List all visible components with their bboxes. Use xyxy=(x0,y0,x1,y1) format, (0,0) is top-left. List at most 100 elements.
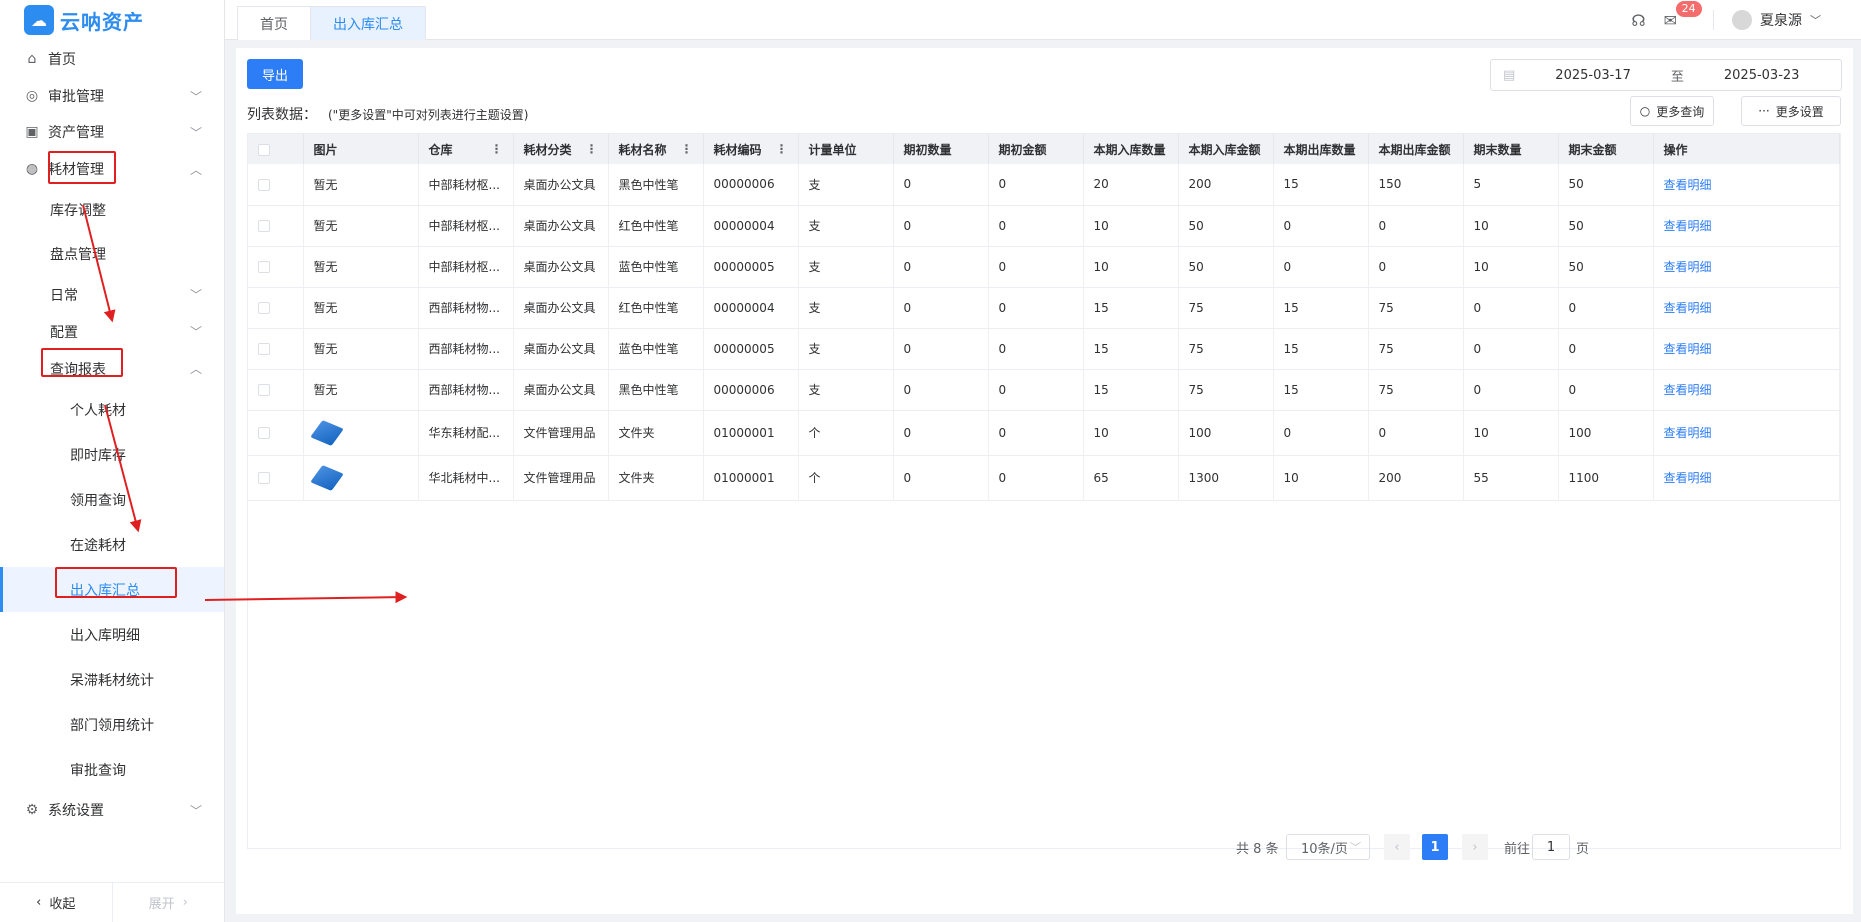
column-menu-icon[interactable]: ⋮ xyxy=(586,142,598,156)
more-query-label: 更多查询 xyxy=(1656,104,1705,119)
view-detail-link[interactable]: 查看明细 xyxy=(1653,455,1840,501)
tab-inout-summary[interactable]: 出入库汇总 xyxy=(310,6,426,40)
sidebar-item-home[interactable]: ⌂ 首页 xyxy=(0,40,224,78)
date-range-picker[interactable]: ▤ 2025-03-17 至 2025-03-23 xyxy=(1490,59,1842,91)
sidebar-item-label: 出入库明细 xyxy=(70,627,140,644)
view-detail-link[interactable]: 查看明细 xyxy=(1653,369,1840,411)
gear-icon: ⚙ xyxy=(25,802,39,818)
sidebar-item-inout-detail[interactable]: 出入库明细 xyxy=(0,612,224,657)
column-header-label: 耗材编码 xyxy=(713,142,762,157)
select-all-checkbox[interactable] xyxy=(258,143,270,156)
table-cell: 00000006 xyxy=(703,164,799,206)
sidebar-item-dept-stats[interactable]: 部门领用统计 xyxy=(0,702,224,747)
view-detail-link[interactable]: 查看明细 xyxy=(1653,287,1840,329)
table-row[interactable]: 华北耗材中... 文件管理用品 文件夹 01000001 个 0 0 65 13… xyxy=(248,455,1840,501)
view-detail-link[interactable]: 查看明细 xyxy=(1653,246,1840,288)
table-cell: 支 xyxy=(798,164,894,206)
table-row[interactable]: 暂无 西部耗材物... 桌面办公文具 红色中性笔 00000004 支 0 0 … xyxy=(248,287,1840,329)
sidebar-item-config[interactable]: 配置 ﹀ xyxy=(0,313,224,350)
sidebar-item-inventory-check[interactable]: 盘点管理 xyxy=(0,232,224,276)
total-count: 共 8 条 xyxy=(1236,842,1279,857)
row-checkbox[interactable] xyxy=(258,384,270,396)
expand-button[interactable]: 展开 › xyxy=(113,883,225,922)
row-checkbox[interactable] xyxy=(258,261,270,273)
table-cell: 黑色中性笔 xyxy=(608,164,704,206)
column-header-label: 仓库 xyxy=(428,142,453,157)
column-header-category[interactable]: 耗材分类 ⋮ xyxy=(513,134,609,164)
table-row[interactable]: 暂无 中部耗材枢... 桌面办公文具 蓝色中性笔 00000005 支 0 0 … xyxy=(248,246,1840,288)
date-end[interactable]: 2025-03-23 xyxy=(1724,68,1800,83)
collapse-button[interactable]: ‹ 收起 xyxy=(0,883,113,922)
export-button[interactable]: 导出 xyxy=(247,59,303,89)
table-cell: 0 xyxy=(893,287,989,329)
sidebar-item-requisition-query[interactable]: 领用查询 xyxy=(0,477,224,522)
column-menu-icon[interactable]: ⋮ xyxy=(491,142,503,156)
app-logo[interactable]: ☁ 云呐资产 xyxy=(0,0,224,40)
more-query-button[interactable]: ○ 更多查询 xyxy=(1630,96,1714,126)
sidebar-item-system-settings[interactable]: ⚙ 系统设置 ﹀ xyxy=(0,792,224,828)
view-detail-link[interactable]: 查看明细 xyxy=(1653,205,1840,247)
sidebar-item-daily[interactable]: 日常 ﹀ xyxy=(0,276,224,313)
annotation-box xyxy=(55,567,177,598)
column-header-name[interactable]: 耗材名称 ⋮ xyxy=(608,134,704,164)
column-header: 本期入库数量 xyxy=(1083,134,1179,164)
table-row[interactable]: 暂无 中部耗材枢... 桌面办公文具 黑色中性笔 00000006 支 0 0 … xyxy=(248,164,1840,206)
sidebar-item-in-transit[interactable]: 在途耗材 xyxy=(0,522,224,567)
table-row[interactable]: 华东耗材配... 文件管理用品 文件夹 01000001 个 0 0 10 10… xyxy=(248,410,1840,456)
sidebar-footer: ‹ 收起 展开 › xyxy=(0,882,224,922)
view-detail-link[interactable]: 查看明细 xyxy=(1653,164,1840,206)
column-header: 期初金额 xyxy=(988,134,1084,164)
cloud-logo-icon: ☁ xyxy=(24,5,54,35)
table-cell: 00000005 xyxy=(703,246,799,288)
page-number-current[interactable]: 1 xyxy=(1422,834,1448,860)
table-row[interactable]: 暂无 西部耗材物... 桌面办公文具 黑色中性笔 00000006 支 0 0 … xyxy=(248,369,1840,411)
table-cell: 10 xyxy=(1463,246,1559,288)
tab-home[interactable]: 首页 xyxy=(237,6,311,40)
table-cell: 西部耗材物... xyxy=(418,369,514,411)
user-menu[interactable]: 夏泉源 ﹀ xyxy=(1732,10,1821,30)
sidebar-item-approval[interactable]: ◎ 审批管理 ﹀ xyxy=(0,78,224,114)
column-menu-icon[interactable]: ⋮ xyxy=(776,142,788,156)
view-detail-link[interactable]: 查看明细 xyxy=(1653,410,1840,456)
sidebar-item-idle-stats[interactable]: 呆滞耗材统计 xyxy=(0,657,224,702)
prev-page-button[interactable]: ‹ xyxy=(1384,834,1410,860)
folder-thumbnail-icon[interactable] xyxy=(309,464,344,491)
page-size-select[interactable]: 10条/页 ﹀ xyxy=(1286,834,1370,860)
column-header-warehouse[interactable]: 仓库 ⋮ xyxy=(418,134,514,164)
row-checkbox[interactable] xyxy=(258,178,270,191)
table-cell: 10 xyxy=(1083,246,1179,288)
sidebar-item-stock-adjust[interactable]: 库存调整 xyxy=(0,188,224,232)
table-cell: 0 xyxy=(1273,246,1369,288)
goto-page-input[interactable]: 1 xyxy=(1532,834,1570,860)
column-header-code[interactable]: 耗材编码 ⋮ xyxy=(703,134,799,164)
table-row[interactable]: 暂无 西部耗材物... 桌面办公文具 蓝色中性笔 00000005 支 0 0 … xyxy=(248,328,1840,370)
row-checkbox[interactable] xyxy=(258,472,270,484)
sidebar-item-personal-consumables[interactable]: 个人耗材 xyxy=(0,387,224,432)
row-checkbox[interactable] xyxy=(258,343,270,355)
sidebar-item-approval-query[interactable]: 审批查询 xyxy=(0,747,224,792)
eye-icon: ◎ xyxy=(25,88,39,104)
divider xyxy=(1713,10,1714,30)
more-settings-button[interactable]: ··· 更多设置 xyxy=(1741,96,1841,126)
row-select-cell xyxy=(248,205,304,247)
chevron-down-icon: ﹀ xyxy=(1350,841,1361,854)
table-cell: 华东耗材配... xyxy=(418,410,514,456)
table-row[interactable]: 暂无 中部耗材枢... 桌面办公文具 红色中性笔 00000004 支 0 0 … xyxy=(248,205,1840,247)
mail-icon[interactable]: ✉ 24 xyxy=(1664,0,1702,30)
next-page-button[interactable]: › xyxy=(1462,834,1488,860)
sidebar-item-realtime-stock[interactable]: 即时库存 xyxy=(0,432,224,477)
table-cell: 个 xyxy=(798,455,894,501)
search-icon: ○ xyxy=(1639,104,1651,118)
column-menu-icon[interactable]: ⋮ xyxy=(681,142,693,156)
row-checkbox[interactable] xyxy=(258,427,270,439)
sidebar-item-assets[interactable]: ▣ 资产管理 ﹀ xyxy=(0,114,224,150)
date-start[interactable]: 2025-03-17 xyxy=(1555,68,1631,83)
row-checkbox[interactable] xyxy=(258,220,270,232)
table-cell: 0 xyxy=(988,205,1084,247)
view-detail-link[interactable]: 查看明细 xyxy=(1653,328,1840,370)
column-header: 本期出库数量 xyxy=(1273,134,1369,164)
folder-thumbnail-icon[interactable] xyxy=(309,419,344,446)
table-cell: 10 xyxy=(1273,455,1369,501)
row-checkbox[interactable] xyxy=(258,302,270,314)
headset-icon[interactable]: ☊ xyxy=(1631,11,1645,30)
